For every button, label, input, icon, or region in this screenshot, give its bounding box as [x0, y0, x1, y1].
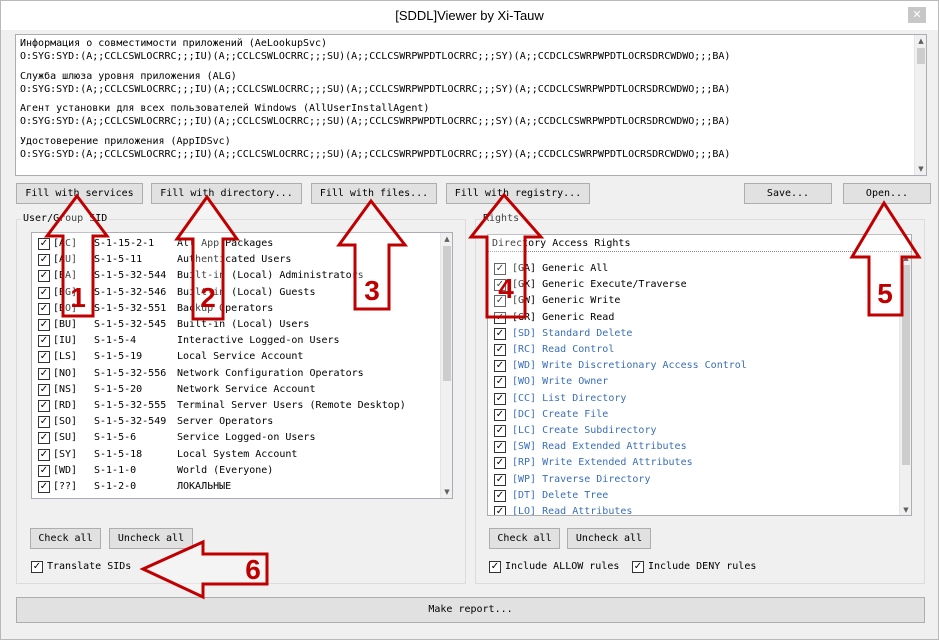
annotation-label-2: 2 [200, 282, 216, 313]
annotation-label-1: 1 [70, 282, 86, 313]
annotation-label-6: 6 [245, 554, 261, 585]
annotation-overlay: 1 2 3 4 5 6 [44, 192, 922, 600]
main-window: [SDDL]Viewer by Xi-Tauw ✕ Информация о с… [0, 0, 939, 640]
annotation-label-3: 3 [364, 275, 380, 306]
annotation-label-4: 4 [498, 273, 514, 304]
annotation-label-5: 5 [877, 278, 893, 309]
